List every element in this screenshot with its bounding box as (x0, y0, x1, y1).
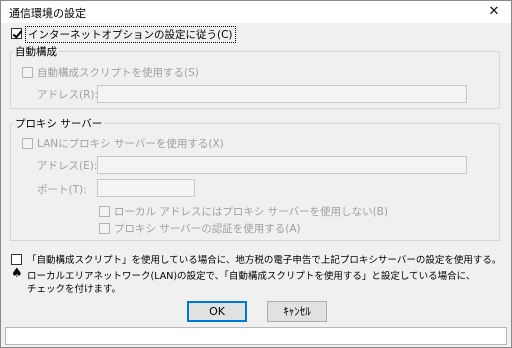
use-auto-config-script-label: 自動構成スクリプトを使用する(S) (37, 67, 199, 79)
status-bar (5, 327, 507, 345)
dialog-window: 通信環境の設定 ✕ インターネットオプションの設定に従う(C) 自動構成 自動構… (0, 0, 512, 348)
use-proxy-for-eltax-label: 「自動構成スクリプト」を使用している場合に、地方税の電子申告で上記プロキシサーバ… (27, 255, 502, 266)
use-internet-options-checkbox[interactable] (11, 28, 22, 39)
auto-config-address-label: アドレス(R): (37, 89, 99, 101)
title-bar[interactable]: 通信環境の設定 ✕ (1, 1, 511, 23)
bypass-local-label: ローカル アドレスにはプロキシ サーバーを使用しない(B) (114, 206, 388, 218)
proxy-address-label: アドレス(E): (37, 160, 98, 172)
proxy-port-label: ポート(T): (37, 184, 87, 196)
window-title: 通信環境の設定 (9, 7, 86, 20)
use-internet-options-label[interactable]: インターネットオプションの設定に従う(C) (25, 26, 236, 43)
note-line-2: チェックを付けます。 (27, 284, 122, 295)
use-auto-config-script-checkbox[interactable] (22, 67, 33, 78)
cancel-button[interactable]: ｷｬﾝｾﾙ (267, 301, 327, 322)
note-line-1: ローカルエリアネットワーク(LAN)の設定で、「自動構成スクリプトを使用する」と… (27, 271, 476, 282)
use-lan-proxy-label: LANにプロキシ サーバーを使用する(X) (37, 138, 224, 150)
proxy-auth-label: プロキシ サーバーの認証を使用する(A) (114, 223, 301, 235)
bypass-local-checkbox[interactable] (99, 206, 110, 217)
close-button[interactable]: ✕ (481, 2, 507, 22)
use-proxy-for-eltax-checkbox[interactable] (11, 254, 22, 265)
proxy-server-group-title: プロキシ サーバー (13, 116, 105, 131)
ok-button[interactable]: OK (187, 301, 247, 322)
spade-icon: ♠ (11, 266, 23, 281)
use-lan-proxy-checkbox[interactable] (22, 138, 33, 149)
proxy-auth-checkbox[interactable] (99, 223, 110, 234)
auto-config-group-title: 自動構成 (13, 44, 59, 59)
proxy-address-input[interactable] (97, 156, 467, 174)
proxy-port-input[interactable] (97, 179, 195, 197)
auto-config-address-input[interactable] (97, 85, 467, 103)
